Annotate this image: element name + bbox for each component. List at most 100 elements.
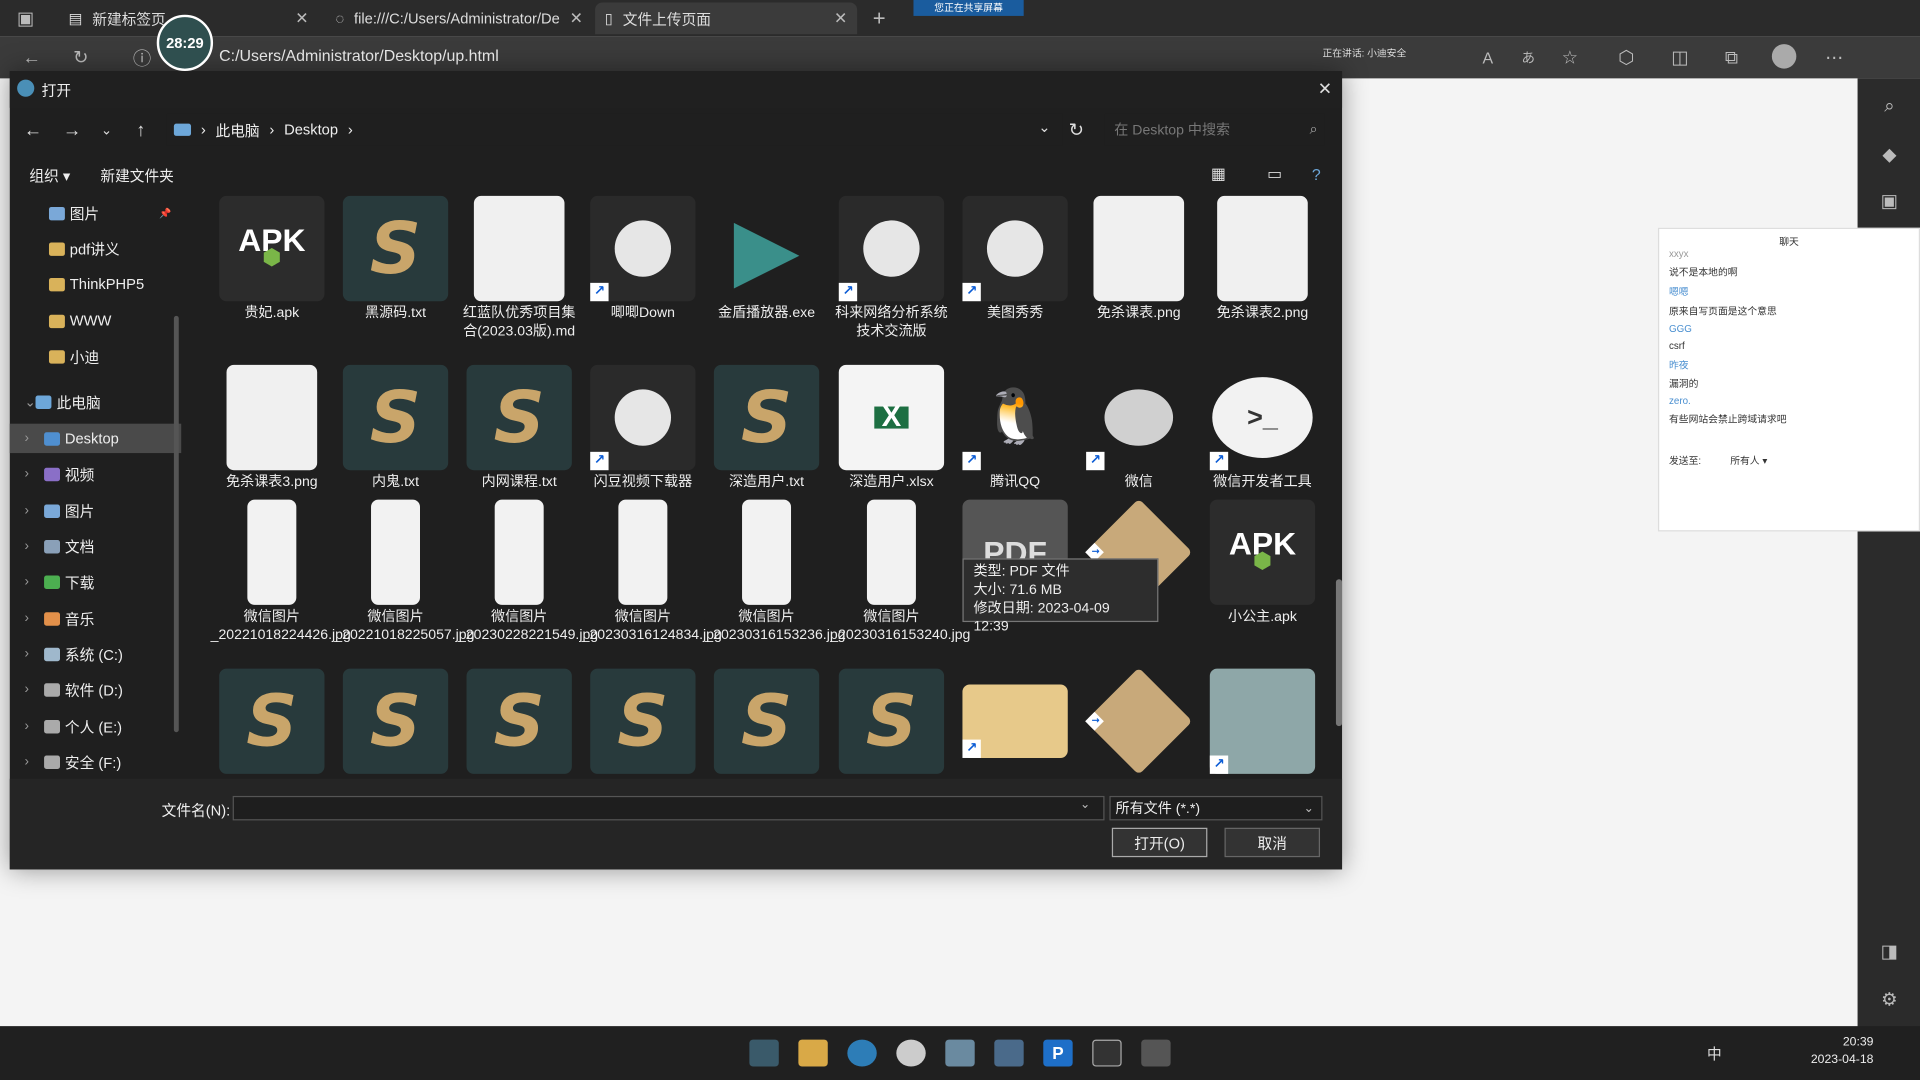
back-icon[interactable]: ← xyxy=(20,47,44,69)
close-icon[interactable]: ✕ xyxy=(570,9,583,29)
organize-button[interactable]: 组织 ▾ xyxy=(29,165,70,186)
close-icon[interactable]: ✕ xyxy=(834,9,847,29)
search-icon[interactable]: ⌕ xyxy=(1877,93,1901,117)
chevron-icon[interactable]: › xyxy=(24,539,44,554)
sidebar-item[interactable]: ThinkPHP5 xyxy=(10,269,181,298)
sidebar-item[interactable]: ⌄ 此电脑 xyxy=(10,387,181,416)
sidebar-item[interactable]: pdf讲义 xyxy=(10,234,181,263)
help-icon[interactable]: ? xyxy=(1305,163,1327,185)
sidebar-item[interactable]: › 视频 xyxy=(10,459,181,488)
collections-icon[interactable]: ⧉ xyxy=(1719,47,1743,69)
chevron-down-icon[interactable]: ⌄ xyxy=(1080,798,1090,811)
info-icon[interactable]: ⓘ xyxy=(130,47,154,69)
file-item[interactable]: 微信图片_20230316153236.jpg xyxy=(705,499,845,644)
sidebar-item[interactable]: 小迪 xyxy=(10,342,181,371)
open-button[interactable]: 打开(O) xyxy=(1111,827,1208,858)
sidebar-item[interactable]: › 个人 (E:) xyxy=(10,711,181,740)
app-icon-1[interactable] xyxy=(749,1039,779,1067)
file-item[interactable]: S xyxy=(582,668,704,778)
filename-input[interactable] xyxy=(232,795,1105,821)
chevron-icon[interactable]: › xyxy=(24,503,44,518)
breadcrumb-item[interactable]: 此电脑 xyxy=(216,119,260,140)
file-item[interactable]: 🐧 ↗ 腾讯QQ xyxy=(954,365,1076,492)
file-item[interactable]: S xyxy=(211,668,333,778)
close-icon[interactable]: ✕ xyxy=(1313,76,1337,100)
chevron-icon[interactable]: › xyxy=(24,647,44,662)
file-item[interactable]: ▶ 金盾播放器.exe xyxy=(705,196,827,323)
sidebar-scrollbar[interactable] xyxy=(173,315,179,733)
file-item[interactable]: ↗ xyxy=(954,669,1076,762)
ime-indicator[interactable]: 中 xyxy=(1707,1043,1722,1064)
more-icon[interactable]: ⋯ xyxy=(1822,47,1846,69)
file-item[interactable]: S xyxy=(705,668,827,778)
close-icon[interactable]: ✕ xyxy=(295,9,308,29)
file-explorer-icon[interactable] xyxy=(798,1039,828,1067)
file-item[interactable]: S xyxy=(830,668,952,778)
tab-upload[interactable]: ▯ 文件上传页面 ✕ xyxy=(595,2,858,35)
chevron-icon[interactable]: › xyxy=(24,467,44,482)
refresh-icon[interactable]: ↻ xyxy=(1065,119,1087,141)
avatar[interactable] xyxy=(1771,44,1797,69)
file-item[interactable]: ↗ 闪豆视频下载器 xyxy=(582,364,704,492)
clock-date[interactable]: 2023-04-18 xyxy=(1800,1053,1874,1066)
chevron-icon[interactable]: › xyxy=(24,431,44,446)
sidebar-item[interactable]: 图片 📌 xyxy=(10,198,181,227)
file-item[interactable]: ↗ 科来网络分析系统 技术交流版 xyxy=(830,195,952,340)
file-item[interactable]: ↗ xyxy=(1201,668,1323,778)
file-item[interactable]: ↗ xyxy=(1078,667,1200,778)
app-icon-p[interactable]: P xyxy=(1043,1039,1073,1067)
refresh-icon[interactable]: ↻ xyxy=(69,47,93,69)
file-item[interactable]: S xyxy=(334,668,456,778)
tag-icon[interactable]: ◆ xyxy=(1877,142,1901,166)
chrome-icon[interactable] xyxy=(896,1039,926,1067)
file-item[interactable]: S 深造用户.txt xyxy=(705,364,827,492)
search-input[interactable]: 在 Desktop 中搜索 ⌕ xyxy=(1104,113,1325,146)
file-item[interactable]: S 内网课程.txt xyxy=(458,364,580,492)
split-screen-icon[interactable]: ◫ xyxy=(1668,47,1692,69)
app-icon-9[interactable] xyxy=(1141,1039,1171,1067)
chevron-icon[interactable]: › xyxy=(24,611,44,626)
app-icon-6[interactable] xyxy=(994,1039,1024,1067)
edge-icon[interactable] xyxy=(847,1039,877,1067)
file-item[interactable]: 微信图片_20221018225057.jpg xyxy=(334,499,474,644)
chat-recipient-select[interactable]: 所有人 ▾ xyxy=(1730,454,1767,467)
file-item[interactable]: ↗ 微信 xyxy=(1078,365,1200,492)
breadcrumb[interactable]: › 此电脑 › Desktop › ⌄ xyxy=(166,113,1063,146)
gear-icon[interactable]: ⚙ xyxy=(1877,987,1901,1011)
file-item[interactable]: 免杀课表3.png xyxy=(211,364,333,492)
file-item[interactable]: S xyxy=(458,668,580,778)
back-icon[interactable]: ← xyxy=(22,119,44,141)
file-item[interactable]: 微信图片_20230316124834.jpg xyxy=(582,499,722,644)
file-item[interactable]: APK ⬢ 贵妃.apk xyxy=(211,195,333,323)
cancel-button[interactable]: 取消 xyxy=(1224,827,1321,858)
file-grid-scrollbar[interactable] xyxy=(1335,200,1343,776)
translate-icon[interactable]: あ xyxy=(1516,47,1540,69)
file-type-select[interactable]: 所有文件 (*.*) ⌄ xyxy=(1109,795,1323,821)
chevron-icon[interactable]: › xyxy=(24,574,44,589)
tab-actions-icon[interactable]: ▣ xyxy=(15,7,37,30)
breadcrumb-item[interactable]: Desktop xyxy=(284,121,338,138)
up-icon[interactable]: ↑ xyxy=(130,119,152,141)
forward-icon[interactable]: → xyxy=(61,119,83,141)
chevron-down-icon[interactable]: ⌄ xyxy=(96,119,118,141)
chevron-icon[interactable]: › xyxy=(24,754,44,769)
sidebar-toggle-icon[interactable]: ◨ xyxy=(1877,939,1901,963)
scroll-thumb[interactable] xyxy=(1335,579,1343,727)
view-options-icon[interactable]: ▦ xyxy=(1207,163,1229,185)
file-item[interactable]: X 深造用户.xlsx xyxy=(830,364,952,492)
extensions-icon[interactable]: ⬡ xyxy=(1614,47,1638,69)
tab-file[interactable]: ◌ file:///C:/Users/Administrator/De ✕ xyxy=(326,2,588,34)
favorite-icon[interactable]: ☆ xyxy=(1558,47,1582,69)
file-item[interactable]: S 内鬼.txt xyxy=(334,364,456,492)
chevron-icon[interactable]: ⌄ xyxy=(24,394,35,410)
sidebar-item[interactable]: › Desktop xyxy=(9,423,182,454)
file-item[interactable]: 红蓝队优秀项目集合(2023.03版).md xyxy=(458,195,580,340)
sidebar-item[interactable]: › 文档 xyxy=(10,531,181,560)
file-item[interactable]: 微信图片_20221018224426.jpg xyxy=(211,499,351,644)
phpstorm-icon[interactable] xyxy=(1092,1039,1122,1067)
preview-pane-icon[interactable]: ▭ xyxy=(1264,163,1286,185)
chevron-icon[interactable]: › xyxy=(24,682,44,697)
app-icon-5[interactable] xyxy=(945,1039,975,1067)
chevron-down-icon[interactable]: ⌄ xyxy=(1038,119,1050,136)
file-item[interactable]: 微信图片_20230316153240.jpg xyxy=(830,499,970,644)
